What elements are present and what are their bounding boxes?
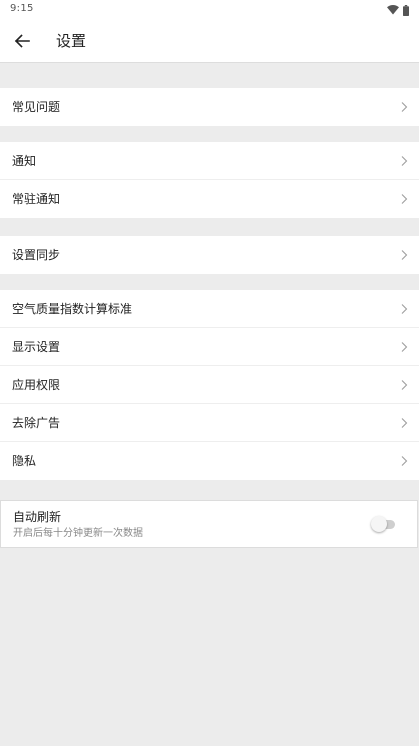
chevron-right-icon <box>401 102 408 112</box>
settings-item-label: 通知 <box>12 154 37 168</box>
settings-item-persistent-notification[interactable]: 常驻通知 <box>0 180 419 218</box>
arrow-left-icon <box>14 34 30 48</box>
settings-item-label: 空气质量指数计算标准 <box>12 302 133 316</box>
auto-refresh-subtitle: 开启后每十分钟更新一次数据 <box>13 528 143 539</box>
chevron-right-icon <box>401 342 408 352</box>
chevron-right-icon <box>401 304 408 314</box>
settings-item-permissions[interactable]: 应用权限 <box>0 366 419 404</box>
settings-group-help: 常见问题 <box>0 88 419 126</box>
settings-group-general: 空气质量指数计算标准 显示设置 应用权限 去除广告 隐私 <box>0 290 419 480</box>
settings-item-label: 去除广告 <box>12 416 61 430</box>
settings-item-label: 应用权限 <box>12 378 61 392</box>
chevron-right-icon <box>401 194 408 204</box>
settings-item-privacy[interactable]: 隐私 <box>0 442 419 480</box>
settings-item-notifications[interactable]: 通知 <box>0 142 419 180</box>
auto-refresh-switch[interactable] <box>371 516 397 532</box>
settings-item-aqi-standard[interactable]: 空气质量指数计算标准 <box>0 290 419 328</box>
settings-item-sync[interactable]: 设置同步 <box>0 236 419 274</box>
settings-item-label: 常见问题 <box>12 100 61 114</box>
settings-group-sync: 设置同步 <box>0 236 419 274</box>
app-bar: 设置 <box>0 20 419 63</box>
status-time: 9:15 <box>10 3 34 14</box>
settings-item-label: 隐私 <box>12 454 37 468</box>
back-button[interactable] <box>10 29 34 53</box>
status-bar: 9:15 <box>0 0 419 20</box>
settings-item-display[interactable]: 显示设置 <box>0 328 419 366</box>
chevron-right-icon <box>401 156 408 166</box>
chevron-right-icon <box>401 380 408 390</box>
switch-thumb <box>371 516 387 532</box>
auto-refresh-setting[interactable]: 自动刷新 开启后每十分钟更新一次数据 <box>0 500 418 548</box>
chevron-right-icon <box>401 456 408 466</box>
chevron-right-icon <box>401 250 408 260</box>
settings-group-notifications: 通知 常驻通知 <box>0 142 419 218</box>
battery-icon <box>403 4 409 16</box>
settings-item-remove-ads[interactable]: 去除广告 <box>0 404 419 442</box>
settings-item-label: 常驻通知 <box>12 192 61 206</box>
settings-item-faq[interactable]: 常见问题 <box>0 88 419 126</box>
wifi-icon <box>387 5 399 15</box>
status-icons <box>387 4 409 16</box>
settings-item-label: 设置同步 <box>12 248 61 262</box>
settings-item-label: 显示设置 <box>12 340 61 354</box>
chevron-right-icon <box>401 418 408 428</box>
auto-refresh-title: 自动刷新 <box>13 510 62 524</box>
page-title: 设置 <box>56 32 87 50</box>
